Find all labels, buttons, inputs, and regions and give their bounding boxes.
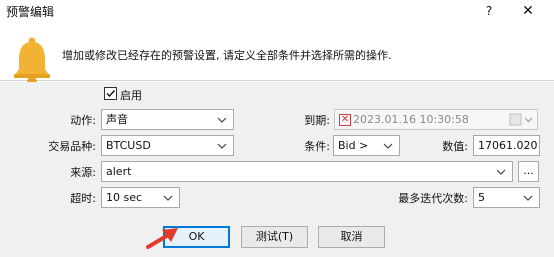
timeout-select[interactable]: 10 sec xyxy=(101,187,180,208)
action-label: 动作: xyxy=(70,114,96,127)
max-iterations-select[interactable]: 5 xyxy=(473,187,540,208)
window-title: 预警编辑 xyxy=(6,5,55,19)
help-button[interactable]: ? xyxy=(478,1,500,21)
bell-icon xyxy=(14,37,50,85)
symbol-select[interactable]: BTCUSD xyxy=(101,135,234,156)
symbol-label: 交易品种: xyxy=(48,140,96,153)
test-button[interactable]: 测试(T) xyxy=(241,226,308,248)
source-value: alert xyxy=(106,165,132,178)
value-label: 数值: xyxy=(442,140,468,153)
browse-button[interactable]: ... xyxy=(518,161,539,182)
chevron-down-icon xyxy=(217,136,229,155)
dialog-header: 增加或修改已经存在的预警设置, 请定义全部条件并选择所需的操作. xyxy=(0,23,554,85)
red-arrow-icon xyxy=(146,228,178,249)
max-iterations-value: 5 xyxy=(478,191,485,204)
enable-label: 启用 xyxy=(120,89,142,102)
source-select[interactable]: alert xyxy=(101,161,513,182)
condition-label: 条件: xyxy=(304,140,330,153)
condition-select[interactable]: Bid > xyxy=(333,135,400,156)
chevron-down-icon xyxy=(163,188,175,207)
chevron-down-icon xyxy=(217,110,229,129)
timeout-label: 超时: xyxy=(70,192,96,205)
chevron-down-icon xyxy=(496,162,508,181)
calendar-dropdown-icon xyxy=(509,110,535,129)
max-iterations-label: 最多迭代次数: xyxy=(398,192,468,205)
chevron-down-icon xyxy=(383,136,395,155)
value-input[interactable]: 17061.020 xyxy=(473,135,540,156)
action-value: 声音 xyxy=(106,113,128,126)
title-bar: 预警编辑 ? ✕ xyxy=(0,0,554,22)
condition-value: Bid > xyxy=(338,139,369,152)
action-select[interactable]: 声音 xyxy=(101,109,234,130)
checkmark-icon xyxy=(106,90,116,98)
expiry-checkbox-icon[interactable]: ✕ xyxy=(339,114,351,126)
form-body: 启用 动作: 声音 到期: ✕ 2023.01.16 10:30:58 交易品种:… xyxy=(0,82,554,257)
timeout-value: 10 sec xyxy=(106,191,143,204)
symbol-value: BTCUSD xyxy=(106,139,151,152)
expiry-datetime[interactable]: ✕ 2023.01.16 10:30:58 xyxy=(334,109,538,130)
source-label: 来源: xyxy=(70,166,96,179)
expiry-label: 到期: xyxy=(304,114,330,127)
expiry-value: 2023.01.16 10:30:58 xyxy=(353,113,469,126)
enable-checkbox[interactable] xyxy=(104,87,117,100)
chevron-down-icon xyxy=(523,188,535,207)
cancel-button[interactable]: 取消 xyxy=(318,226,385,248)
close-button[interactable]: ✕ xyxy=(516,1,540,21)
dialog-description: 增加或修改已经存在的预警设置, 请定义全部条件并选择所需的操作. xyxy=(62,49,392,62)
